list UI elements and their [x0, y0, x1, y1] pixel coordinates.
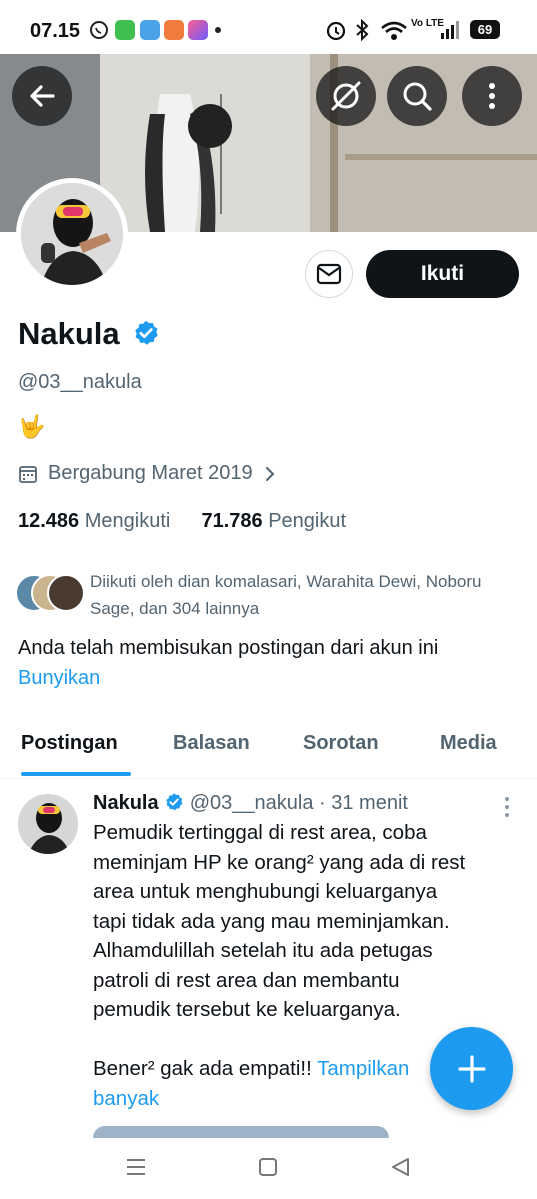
- post-line: tapi tidak ada yang mau meminjamkan.: [93, 909, 450, 933]
- profile-avatar[interactable]: [16, 178, 128, 290]
- system-nav-bar: [0, 1138, 537, 1199]
- app-icon-2: [188, 20, 208, 40]
- verified-badge-icon: [166, 793, 183, 811]
- profile-tabs: Postingan Balasan Sorotan Media: [0, 724, 537, 779]
- more-notifications-dot: [215, 27, 221, 33]
- more-options-button[interactable]: [462, 66, 522, 126]
- followers-label: Pengikut: [268, 510, 347, 532]
- profile-name-row: Nakula: [18, 316, 160, 352]
- post-media-preview[interactable]: [93, 1126, 389, 1138]
- app-icon: [164, 20, 184, 40]
- chevron-right-icon: [265, 466, 275, 481]
- post-time: 31 menit: [331, 792, 408, 814]
- verified-badge-icon: [135, 320, 159, 345]
- muted-notice: Anda telah membisukan postingan dari aku…: [18, 633, 523, 693]
- calendar-icon: [19, 465, 37, 483]
- more-vertical-icon: [489, 83, 495, 109]
- recent-apps-icon[interactable]: [125, 1158, 147, 1176]
- weather-app-icon: [140, 20, 160, 40]
- post-avatar-image: [18, 794, 78, 854]
- back-nav-icon[interactable]: [390, 1156, 410, 1178]
- signal-icon: [441, 21, 459, 39]
- following-count: 12.486: [18, 510, 80, 532]
- post-header: Nakula @03__nakula · 31 menit: [93, 792, 408, 815]
- search-icon: [403, 82, 432, 111]
- hide-button[interactable]: [316, 66, 376, 126]
- unmute-link[interactable]: Bunyikan: [18, 663, 523, 693]
- compose-button[interactable]: [430, 1027, 513, 1110]
- tab-media[interactable]: Media: [440, 732, 497, 755]
- follower-avatar-3: [47, 574, 85, 612]
- muted-notice-text: Anda telah membisukan postingan dari aku…: [18, 637, 439, 659]
- following-label: Mengikuti: [84, 510, 171, 532]
- tab-postingan[interactable]: Postingan: [21, 732, 118, 755]
- active-tab-indicator: [21, 772, 131, 776]
- tab-sorotan[interactable]: Sorotan: [303, 732, 379, 755]
- follow-stats: 12.486 Mengikuti 71.786 Pengikut: [18, 510, 346, 533]
- joined-date-row[interactable]: Bergabung Maret 2019: [18, 462, 277, 485]
- message-app-icon: [115, 20, 135, 40]
- following-link[interactable]: 12.486 Mengikuti: [18, 510, 170, 532]
- post-author-handle: @03__nakula: [189, 792, 314, 814]
- mail-icon: [316, 263, 342, 285]
- back-button[interactable]: [12, 66, 72, 126]
- followers-count: 71.786: [201, 510, 263, 532]
- profile-name: Nakula: [18, 316, 120, 351]
- bluetooth-icon: [356, 19, 369, 41]
- post-line: Alhamdulillah setelah itu ada petugas: [93, 939, 433, 962]
- status-time: 07.15: [30, 20, 81, 42]
- back-arrow-icon: [30, 85, 55, 107]
- post-line: area untuk menghubungi keluarganya: [93, 880, 438, 903]
- status-bar: 07.15 Vo LTE 69: [0, 0, 537, 56]
- avatar-image: [21, 183, 123, 285]
- show-more-link[interactable]: Tampilkan: [317, 1057, 409, 1080]
- post-line: patroli di rest area dan membantu: [93, 968, 400, 992]
- plus-icon: [457, 1054, 486, 1083]
- alarm-icon: [326, 21, 346, 41]
- profile-handle: @03__nakula: [18, 371, 142, 393]
- post-more-icon[interactable]: [503, 796, 511, 818]
- post-separator: ·: [319, 792, 326, 814]
- tab-balasan[interactable]: Balasan: [173, 732, 250, 755]
- wifi-icon: [381, 21, 407, 40]
- hide-icon: [331, 81, 361, 111]
- battery-indicator: 69: [470, 20, 500, 39]
- follow-button[interactable]: Ikuti: [366, 250, 519, 298]
- profile-bio: 🤟: [18, 414, 46, 439]
- post-line: pemudik tersebut ke keluarganya.: [93, 998, 401, 1021]
- search-button[interactable]: [387, 66, 447, 126]
- whatsapp-icon: [90, 21, 108, 39]
- joined-date-text: Bergabung Maret 2019: [48, 462, 253, 484]
- home-icon[interactable]: [258, 1157, 278, 1177]
- post-line: meminjam HP ke orang² yang ada di rest: [93, 850, 466, 874]
- followers-link[interactable]: 71.786 Pengikut: [201, 510, 346, 532]
- post-line: Bener² gak ada empati!!: [93, 1057, 312, 1080]
- post-line: Pemudik tertinggal di rest area, coba: [93, 821, 427, 844]
- followed-by-text[interactable]: Diikuti oleh dian komalasari, Warahita D…: [90, 568, 520, 622]
- message-button[interactable]: [305, 250, 353, 298]
- post-author-name[interactable]: Nakula: [93, 792, 159, 814]
- post-author-avatar[interactable]: [18, 794, 78, 854]
